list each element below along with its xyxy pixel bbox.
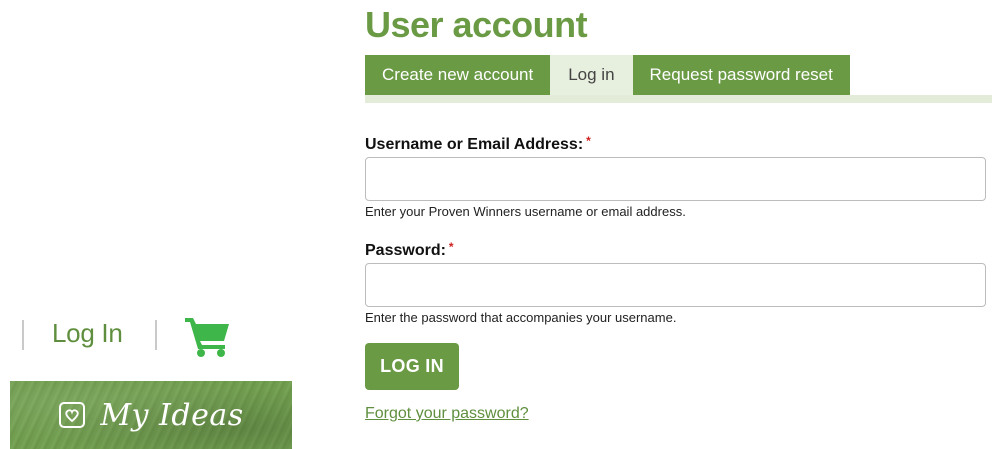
header-login-link[interactable]: Log In xyxy=(52,318,123,349)
username-label: Username or Email Address: * xyxy=(365,134,591,153)
tab-create-account[interactable]: Create new account xyxy=(365,55,551,95)
utility-bar: Log In xyxy=(0,312,292,358)
tab-request-password-reset[interactable]: Request password reset xyxy=(632,55,850,95)
shopping-cart-icon[interactable] xyxy=(183,314,233,358)
password-input[interactable] xyxy=(365,263,986,307)
username-input[interactable] xyxy=(365,157,986,201)
page-title: User account xyxy=(365,4,588,45)
required-mark: * xyxy=(586,134,591,148)
required-mark: * xyxy=(448,240,454,254)
heart-box-icon xyxy=(59,402,86,428)
password-help: Enter the password that accompanies your… xyxy=(365,310,677,325)
my-ideas-label: My Ideas xyxy=(100,397,244,433)
divider xyxy=(22,320,24,350)
login-submit-button[interactable]: LOG IN xyxy=(365,343,459,390)
password-label: Password: * xyxy=(365,240,454,259)
username-help: Enter your Proven Winners username or em… xyxy=(365,204,686,219)
account-tabs: Create new account Log in Request passwo… xyxy=(365,55,850,95)
tab-underline xyxy=(365,95,992,103)
tab-log-in[interactable]: Log in xyxy=(550,55,633,95)
my-ideas-button[interactable]: My Ideas xyxy=(10,381,292,449)
divider xyxy=(155,320,157,350)
forgot-password-link[interactable]: Forgot your password? xyxy=(365,405,529,423)
